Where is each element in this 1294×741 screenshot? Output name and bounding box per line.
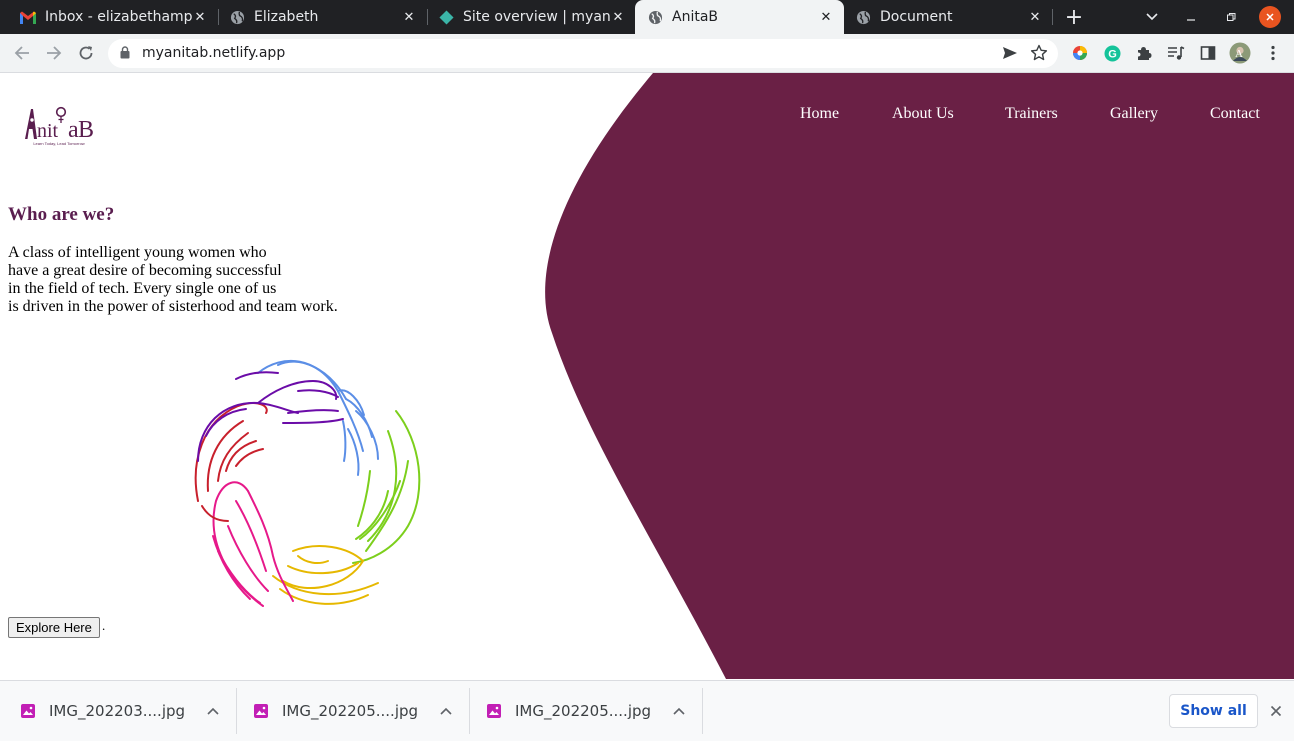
explore-here-button[interactable]: Explore Here — [8, 617, 100, 638]
site-logo[interactable]: nit a B Learn Today, Lead Tomorrow — [22, 103, 96, 149]
trailing-period: . — [102, 618, 106, 633]
section-heading: Who are we? — [8, 204, 115, 225]
close-icon[interactable] — [1266, 701, 1286, 721]
profile-avatar-icon[interactable]: A — [1228, 41, 1252, 65]
chevron-up-icon[interactable] — [203, 701, 223, 721]
download-filename: IMG_202205....jpg — [515, 702, 652, 720]
image-file-icon — [487, 704, 501, 718]
forward-arrow-icon[interactable] — [42, 41, 66, 65]
bookmark-star-icon[interactable] — [1030, 44, 1048, 67]
nav-link-about-us[interactable]: About Us — [892, 105, 954, 123]
tab-document[interactable]: Document ✕ — [835, 0, 1053, 34]
tab-elizabeth[interactable]: Elizabeth ✕ — [209, 0, 427, 34]
about-paragraph-line: is driven in the power of sisterhood and… — [8, 298, 338, 315]
minimize-window-icon[interactable] — [1179, 5, 1203, 29]
tab-title: Site overview | myanit — [463, 9, 610, 25]
side-panel-icon[interactable] — [1196, 41, 1220, 65]
tab-divider — [1052, 9, 1053, 25]
about-paragraph-line: have a great desire of becoming successf… — [8, 262, 282, 279]
tab-anitab[interactable]: AnitaB ✕ — [635, 0, 844, 34]
image-file-icon — [254, 704, 268, 718]
tab-title: Document — [880, 9, 953, 25]
close-tab-icon[interactable]: ✕ — [192, 9, 208, 25]
media-queue-icon[interactable] — [1164, 41, 1188, 65]
web-page: nit a B Learn Today, Lead Tomorrow Home … — [0, 73, 1294, 679]
svg-text:Learn Today, Lead Tomorrow: Learn Today, Lead Tomorrow — [33, 141, 84, 146]
restore-window-icon[interactable] — [1219, 5, 1243, 29]
tab-strip: Inbox - elizabethampi ✕ Elizabeth ✕ Site… — [0, 0, 1294, 34]
back-arrow-icon[interactable] — [10, 41, 34, 65]
hands-circle-illustration — [194, 359, 421, 607]
tab-search-chevron-icon[interactable] — [1140, 5, 1164, 29]
chevron-up-icon[interactable] — [669, 701, 689, 721]
about-paragraph-line: in the field of tech. Every single one o… — [8, 280, 277, 297]
gmail-icon — [20, 9, 36, 25]
close-window-icon[interactable] — [1259, 6, 1281, 28]
grammarly-icon[interactable]: G — [1100, 41, 1124, 65]
svg-text:G: G — [1108, 48, 1117, 60]
send-tab-icon[interactable] — [1002, 45, 1018, 66]
download-filename: IMG_202205....jpg — [282, 702, 419, 720]
download-filename: IMG_202203....jpg — [49, 702, 186, 720]
show-all-downloads-button[interactable]: Show all — [1169, 694, 1258, 728]
download-divider — [702, 688, 703, 734]
nav-link-home[interactable]: Home — [800, 105, 839, 123]
about-paragraph-line: A class of intelligent young women who — [8, 244, 267, 261]
new-tab-button[interactable]: + — [1062, 5, 1086, 30]
close-tab-icon[interactable]: ✕ — [401, 9, 417, 25]
download-item[interactable]: IMG_202203....jpg — [0, 688, 236, 734]
globe-icon — [229, 9, 245, 25]
url-text: myanitab.netlify.app — [142, 45, 286, 61]
close-tab-icon[interactable]: ✕ — [1027, 9, 1043, 25]
extensions-puzzle-icon[interactable] — [1132, 41, 1156, 65]
tab-title: Elizabeth — [254, 9, 319, 25]
netlify-icon — [438, 9, 454, 25]
browser-toolbar: myanitab.netlify.app G A — [0, 34, 1294, 73]
tab-title: Inbox - elizabethampi — [45, 9, 192, 25]
chevron-up-icon[interactable] — [436, 701, 456, 721]
lock-icon[interactable] — [120, 46, 130, 64]
globe-icon — [855, 9, 871, 25]
globe-icon — [647, 9, 663, 25]
tab-title: AnitaB — [672, 9, 719, 25]
chrome-menu-icon[interactable] — [1261, 41, 1285, 65]
svg-text:nit: nit — [37, 120, 59, 142]
address-bar[interactable]: myanitab.netlify.app — [108, 39, 1058, 68]
download-item[interactable]: IMG_202205....jpg — [233, 688, 469, 734]
nav-link-trainers[interactable]: Trainers — [1005, 105, 1058, 123]
nav-link-gallery[interactable]: Gallery — [1110, 105, 1158, 123]
download-shelf: IMG_202203....jpg IMG_202205....jpg IMG_… — [0, 680, 1294, 741]
reload-icon[interactable] — [74, 41, 98, 65]
close-tab-icon[interactable]: ✕ — [818, 9, 834, 25]
color-picker-extension-icon[interactable] — [1068, 41, 1092, 65]
close-tab-icon[interactable]: ✕ — [610, 9, 626, 25]
svg-text:B: B — [78, 117, 94, 143]
svg-text:A: A — [1235, 48, 1243, 60]
tab-site-overview[interactable]: Site overview | myanit ✕ — [418, 0, 636, 34]
image-file-icon — [21, 704, 35, 718]
download-item[interactable]: IMG_202205....jpg — [466, 688, 702, 734]
tab-inbox[interactable]: Inbox - elizabethampi ✕ — [0, 0, 218, 34]
nav-link-contact[interactable]: Contact — [1210, 105, 1260, 123]
